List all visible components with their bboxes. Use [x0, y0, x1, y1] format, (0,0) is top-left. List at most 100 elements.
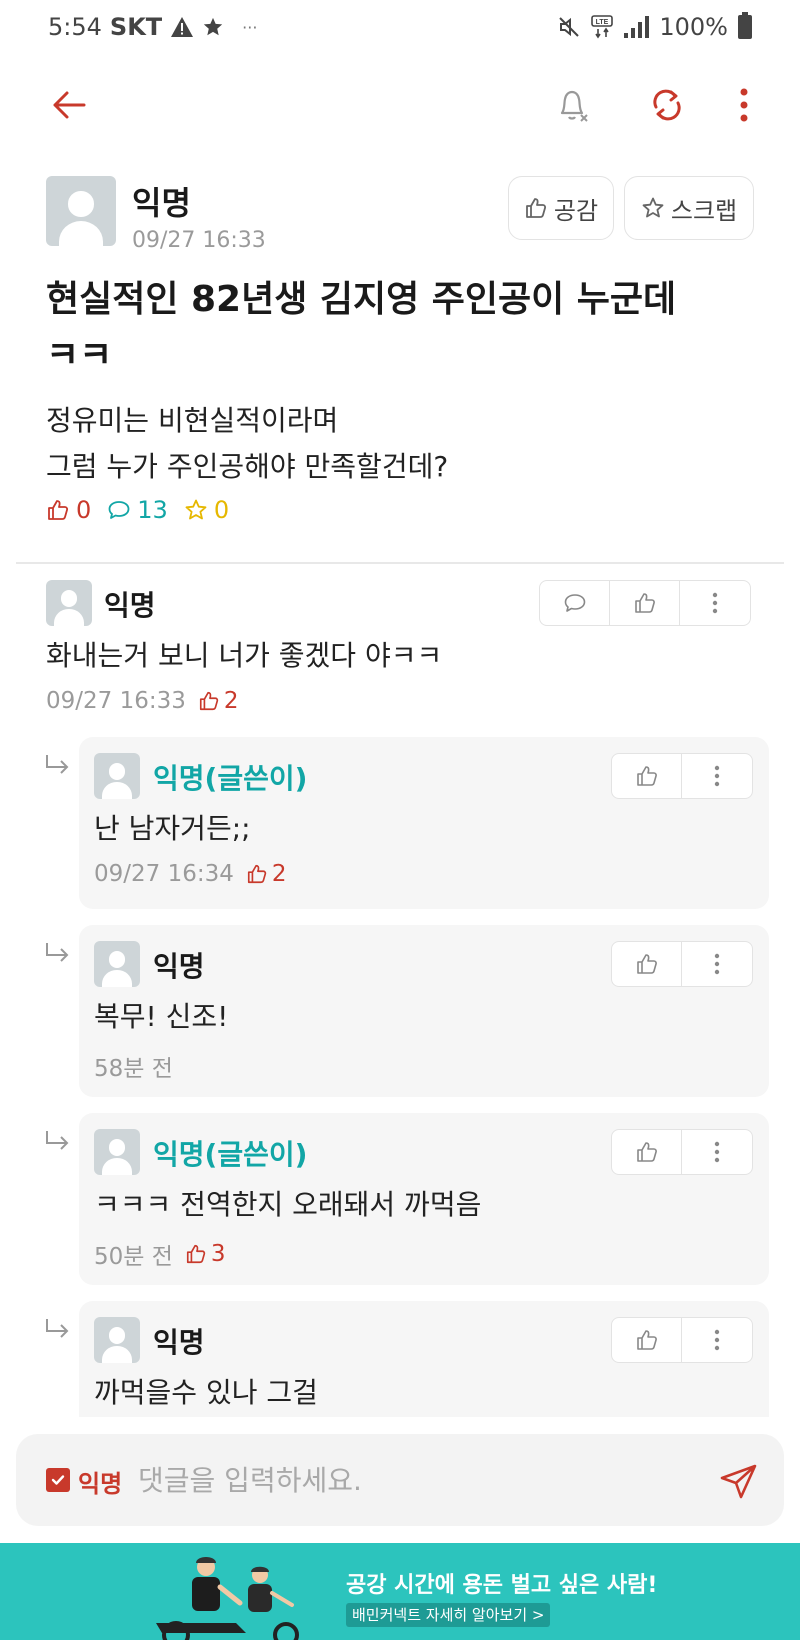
post-body-line-1: 정유미는 비현실적이라며	[46, 404, 339, 437]
reply-text: 까먹을수 있나 그걸	[94, 1376, 318, 1409]
reply-more-button[interactable]	[682, 754, 752, 798]
star-status-icon	[204, 17, 223, 36]
comment-like-count: 2	[198, 688, 239, 714]
post-comment-count: 13	[107, 496, 168, 524]
thumbs-up-icon	[199, 691, 219, 711]
lte-icon: LTE	[591, 15, 614, 39]
reply-item: 익명(글쓴이) ㅋㅋㅋ 전역한지 오래돼서 까먹음 50분 전 3	[79, 1113, 769, 1285]
send-button[interactable]	[716, 1458, 762, 1504]
more-vertical-icon	[714, 1141, 720, 1163]
ad-banner[interactable]: 공강 시간에 용돈 벌고 싶은 사람! 배민커넥트 자세히 알아보기 >	[0, 1543, 800, 1640]
reply-author: 익명	[153, 950, 205, 983]
scrap-button[interactable]: 스크랩	[624, 176, 754, 240]
thumbs-up-icon	[247, 864, 267, 884]
banner-cta[interactable]: 배민커넥트 자세히 알아보기 >	[346, 1603, 551, 1627]
more-vertical-icon	[714, 953, 720, 975]
more-vertical-icon	[712, 592, 718, 614]
reply-item: 익명 까먹을수 있나 그걸	[79, 1301, 769, 1417]
mute-icon	[559, 17, 580, 37]
thumbs-up-icon	[636, 766, 657, 786]
reply-item: 익명 복무! 신조! 58분 전	[79, 925, 769, 1097]
anonymous-label[interactable]: 익명	[78, 1464, 122, 1499]
reply-like-value: 3	[210, 1241, 226, 1267]
empathy-button[interactable]: 공감	[508, 176, 614, 240]
banner-title: 공강 시간에 용돈 벌고 싶은 사람!	[346, 1573, 658, 1598]
thumbs-up-icon	[636, 954, 657, 974]
reply-author: 익명	[153, 1326, 205, 1359]
back-button[interactable]	[46, 82, 92, 128]
scrap-label: 스크랩	[670, 196, 738, 225]
post-scrap-value: 0	[213, 496, 230, 524]
thumbs-up-icon	[636, 1142, 657, 1162]
reply-arrow-icon	[46, 943, 69, 962]
reply-text: ㅋㅋㅋ 전역한지 오래돼서 까먹음	[94, 1188, 482, 1221]
reply-actions	[611, 1317, 753, 1363]
reply-like-count: 3	[185, 1241, 226, 1267]
like-button[interactable]	[612, 1318, 682, 1362]
post-like-count: 0	[46, 496, 91, 524]
comment-time: 09/27 16:33	[46, 688, 186, 714]
comment-input[interactable]	[138, 1458, 698, 1502]
comment-author: 익명	[104, 589, 156, 622]
comment-more-button[interactable]	[680, 581, 750, 625]
reply-more-button[interactable]	[682, 1130, 752, 1174]
like-button[interactable]	[612, 754, 682, 798]
status-time: 5:54	[48, 13, 102, 41]
post-stats: 0 13 0	[46, 496, 229, 524]
like-button[interactable]	[610, 581, 680, 625]
speech-bubble-icon	[108, 501, 130, 519]
reply-like-count: 2	[246, 861, 287, 887]
reply-time: 50분 전	[94, 1244, 173, 1270]
status-more: ···	[242, 17, 258, 37]
reply-arrow-icon	[46, 1319, 69, 1338]
thumbs-up-icon	[634, 593, 655, 613]
post-title-line-1: 현실적인 82년생 김지영 주인공이 누군데	[46, 279, 677, 320]
reply-time: 58분 전	[94, 1056, 173, 1082]
reply-button[interactable]	[540, 581, 610, 625]
comment-like-value: 2	[223, 688, 239, 714]
battery-percent: 100%	[659, 13, 728, 41]
post-scrap-count: 0	[184, 496, 229, 524]
thumbs-up-icon	[526, 198, 546, 218]
notification-off-button[interactable]	[550, 82, 596, 128]
signal-icon	[624, 16, 650, 38]
reply-text: 난 남자거든;;	[94, 812, 251, 845]
reply-actions	[611, 941, 753, 987]
thumbs-up-icon	[186, 1244, 206, 1264]
post-title-line-2: ㅋㅋ	[46, 335, 113, 376]
reply-actions	[611, 1129, 753, 1175]
send-icon	[720, 1464, 757, 1499]
more-vertical-icon	[714, 765, 720, 787]
status-bar: 5:54 SKT ··· LTE 100%	[0, 0, 800, 54]
post-body-line-2: 그럼 누가 주인공해야 만족할건데?	[46, 450, 449, 483]
comment-text: 화내는거 보니 너가 좋겠다 야ㅋㅋ	[46, 639, 443, 672]
like-button[interactable]	[612, 1130, 682, 1174]
post-avatar	[46, 176, 116, 246]
check-icon	[51, 1475, 65, 1485]
anonymous-checkbox[interactable]	[46, 1468, 70, 1492]
reply-more-button[interactable]	[682, 942, 752, 986]
reply-actions	[611, 753, 753, 799]
reply-more-button[interactable]	[682, 1318, 752, 1362]
more-options-button[interactable]	[721, 82, 767, 128]
battery-icon	[738, 12, 752, 39]
back-arrow-icon	[53, 91, 86, 119]
comment-avatar	[46, 580, 92, 626]
reply-like-value: 2	[271, 861, 287, 887]
refresh-button[interactable]	[644, 82, 690, 128]
like-button[interactable]	[612, 942, 682, 986]
more-vertical-icon	[740, 88, 748, 122]
post-body: 정유미는 비현실적이라며 그럼 누가 주인공해야 만족할건데?	[46, 398, 754, 490]
reply-arrow-icon	[46, 1131, 69, 1150]
reply-meta: 09/27 16:34 2	[94, 861, 287, 887]
svg-text:LTE: LTE	[596, 19, 609, 26]
thumbs-up-icon	[636, 1330, 657, 1350]
bell-off-icon	[560, 90, 588, 122]
post-title: 현실적인 82년생 김지영 주인공이 누군데 ㅋㅋ	[46, 272, 754, 384]
comment-meta: 09/27 16:33 2	[46, 688, 239, 714]
star-icon	[642, 197, 664, 218]
reply-time: 09/27 16:34	[94, 861, 234, 887]
more-vertical-icon	[714, 1329, 720, 1351]
empathy-label: 공감	[553, 196, 599, 225]
reply-arrow-icon	[46, 755, 69, 774]
